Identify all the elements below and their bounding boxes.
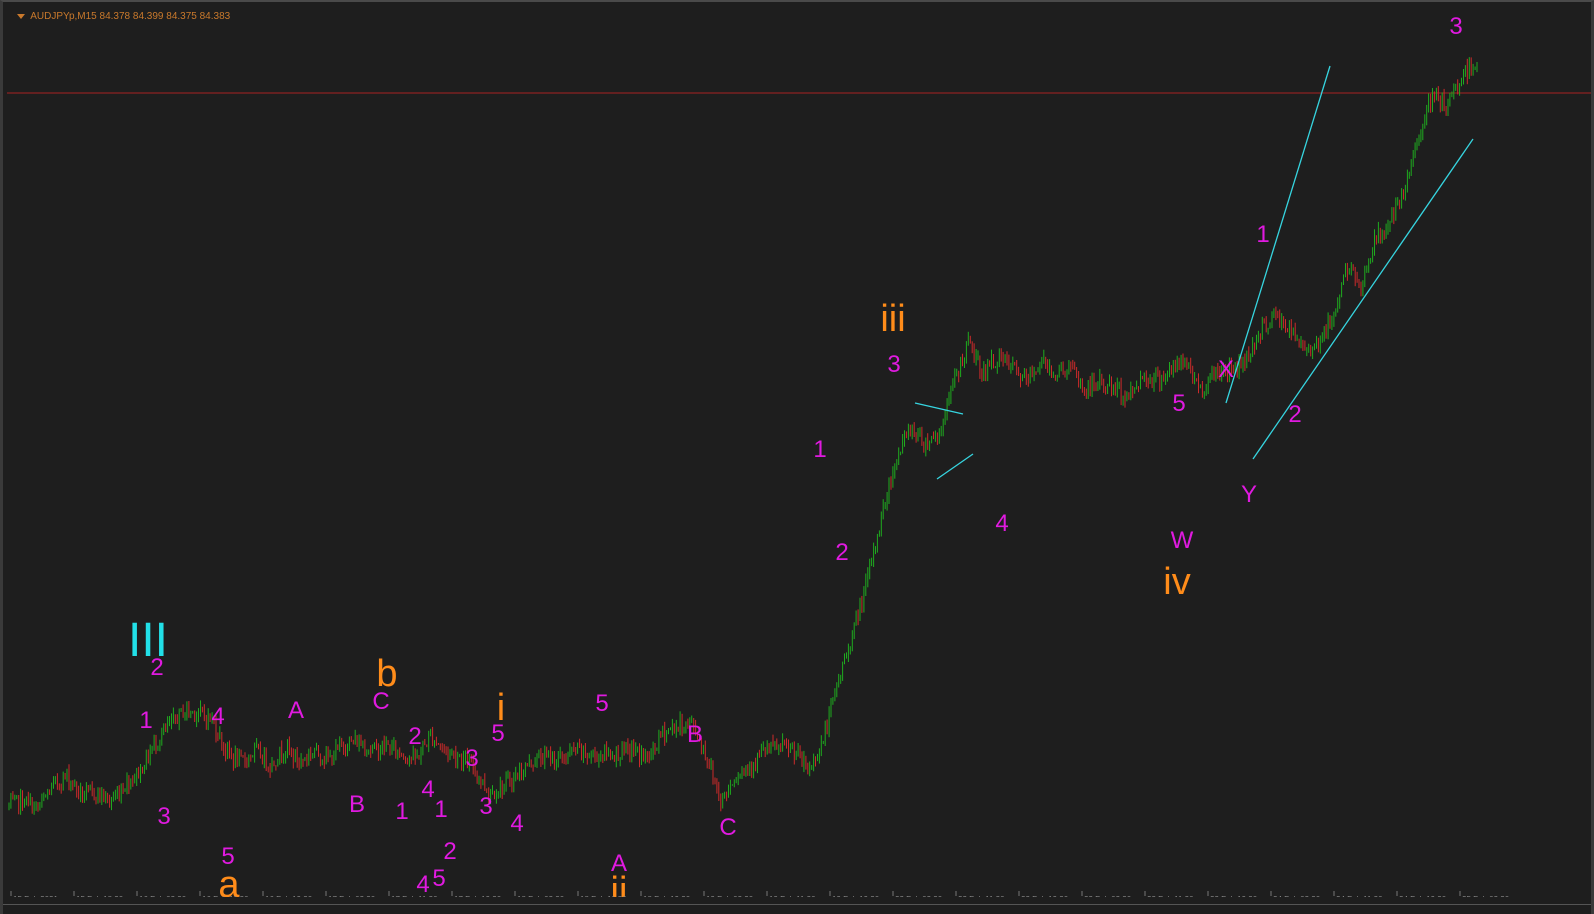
candles-group <box>8 57 1478 815</box>
x-axis-tick-label: 17 Feb 11:30 <box>391 895 438 897</box>
x-axis-tick-label: 16 Feb 11:30 <box>202 895 249 897</box>
x-axis-tick-label: 19 Feb 19:30 <box>832 895 880 897</box>
x-axis-tick-label: 23 Feb 11:30 <box>1147 895 1194 897</box>
wave-label-minor: 1 <box>139 707 152 734</box>
wave-label-intermediate: b <box>376 653 397 695</box>
wave-label-minor: 3 <box>465 745 478 772</box>
wave-label-intermediate: iv <box>1163 561 1190 603</box>
collapse-triangle-icon[interactable] <box>17 13 25 19</box>
triangle-lower <box>936 453 974 480</box>
symbol-header[interactable]: AUDJPYp,M15 84.378 84.399 84.375 84.383 <box>17 11 230 22</box>
wave-label-minor: B <box>349 791 365 818</box>
wave-label-minor: 5 <box>432 865 445 892</box>
wave-label-minor: X <box>1218 356 1234 383</box>
x-axis-tick-label: 24 Feb 03:30 <box>1273 895 1321 897</box>
price-chart[interactable]: 21345ABC2141352345ABC12345WXY1234 5abiiii… <box>7 4 1591 897</box>
wave-label-minor: B <box>687 721 703 748</box>
x-axis-tick-label: 22 Feb 11:30 <box>958 895 1005 897</box>
x-axis-tick-label: 25 Feb 03:30 <box>1462 895 1510 897</box>
wave-label-intermediate: iii <box>880 298 905 340</box>
wave-label-minor: 3 <box>157 803 170 830</box>
wave-label-minor: 2 <box>1288 401 1301 428</box>
wave-label-minor: 5 <box>595 690 608 717</box>
x-axis-tick-label: 23 Feb 03:30 <box>1084 895 1132 897</box>
x-axis-tick-label: 17 Feb 03:30 <box>328 895 376 897</box>
wave-label-minor: 4 <box>510 810 523 837</box>
wave-label-minor: 4 <box>421 776 434 803</box>
wave-label-major: III <box>128 614 168 667</box>
wave-label-minor: 1 <box>434 796 447 823</box>
trendline-upper <box>1225 65 1331 404</box>
wave-label-minor: 5 <box>1172 390 1185 417</box>
x-axis-tick-label: 17 Feb 19:30 <box>454 895 502 897</box>
x-axis-tick-label: 19 Feb 03:30 <box>706 895 754 897</box>
x-axis-tick-label: 16 Feb 19:30 <box>265 895 313 897</box>
chart-window[interactable]: 2 1 3 4 5 A B C 2 1 4 1 3 5 2 3 4 5 A B C 1 2 3 4 5 W X Y 1 2 3 4 5 a b i ii i… <box>0 0 1594 914</box>
wave-label-minor: 2 <box>443 838 456 865</box>
wave-label-minor: 4 <box>995 510 1008 537</box>
x-axis-tick-label: 16 Feb 03:30 <box>139 895 187 897</box>
wave-label-intermediate: a <box>218 864 240 897</box>
symbol-name: AUDJPYp,M15 <box>30 11 97 22</box>
wave-label-minor: 2 <box>835 539 848 566</box>
x-axis-tick-label: 15 Feb 18:30 <box>76 895 124 897</box>
x-axis-tick-label: 22 Feb 19:30 <box>1021 895 1069 897</box>
x-axis-tick-label: 18 Feb 11:30 <box>580 895 627 897</box>
x-axis-tick-label: 18 Feb 19:30 <box>643 895 691 897</box>
x-axis-tick-label: 15 Feb 2021 <box>13 895 58 897</box>
x-axis-tick-label: 22 Feb 03:30 <box>895 895 943 897</box>
x-axis-tick-label: 23 Feb 19:30 <box>1210 895 1258 897</box>
wave-label-minor: W <box>1171 527 1194 554</box>
wave-label-intermediate: ii <box>611 870 628 897</box>
x-axis-tick-label: 19 Feb 11:30 <box>769 895 816 897</box>
triangle-upper <box>914 402 964 415</box>
trendlines-group <box>914 65 1474 480</box>
wave-label-minor: 2 <box>408 723 421 750</box>
time-axis-bar <box>3 904 1591 914</box>
wave-label-minor: C <box>719 814 736 841</box>
ohlc-values: 84.378 84.399 84.375 84.383 <box>99 11 231 22</box>
wave-label-minor: 4 <box>416 871 429 897</box>
wave-label-minor: 1 <box>1256 221 1269 248</box>
plot-area[interactable]: 2 1 3 4 5 A B C 2 1 4 1 3 5 2 3 4 5 A B C 1 2 3 4 5 W X Y 1 2 3 4 5 a b i ii i… <box>7 4 1591 906</box>
wave-label-minor: 4 <box>211 703 224 730</box>
wave-label-intermediate: i <box>497 687 505 729</box>
x-axis-tick-label: 18 Feb 03:30 <box>517 895 565 897</box>
wave-label-minor: 3 <box>1449 13 1462 40</box>
wave-label-minor: A <box>288 697 304 724</box>
wave-labels-group: 21345ABC2141352345ABC12345WXY1234 5abiiii… <box>128 13 1463 897</box>
wave-label-minor: Y <box>1241 481 1257 508</box>
trendline-lower <box>1252 138 1474 460</box>
x-axis-tick-label: 24 Feb 19:30 <box>1399 895 1447 897</box>
wave-label-minor: 1 <box>813 436 826 463</box>
wave-label-minor: 3 <box>479 793 492 820</box>
wave-label-minor: 3 <box>887 351 900 378</box>
wave-label-minor: 1 <box>395 798 408 825</box>
x-axis-tick-label: 24 Feb 11:30 <box>1336 895 1383 897</box>
